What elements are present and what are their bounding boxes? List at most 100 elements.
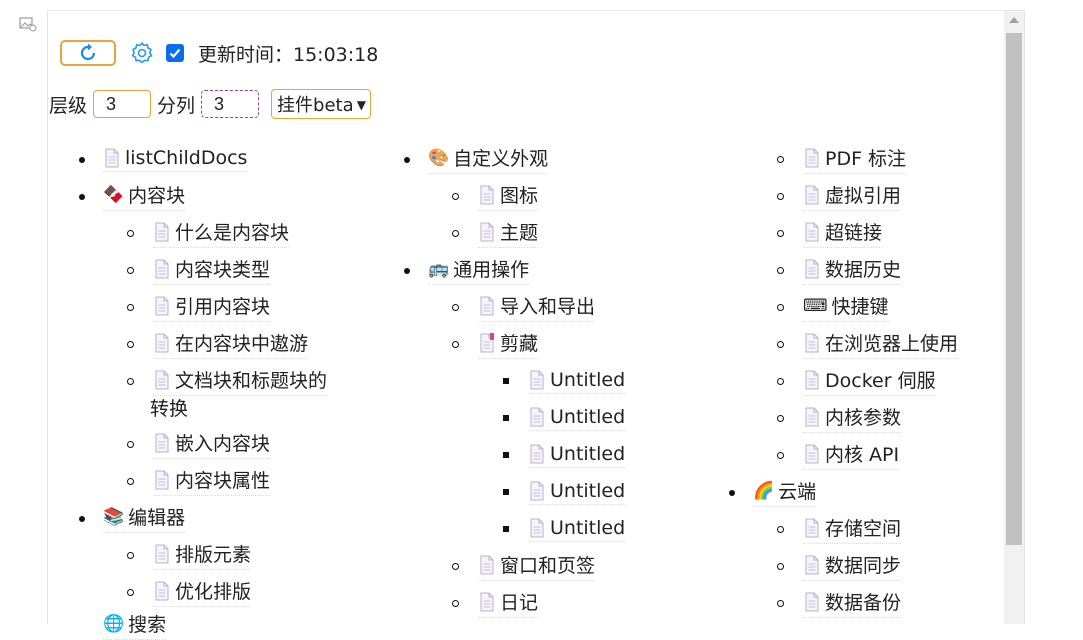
circle-marker bbox=[127, 230, 134, 237]
circle-marker bbox=[452, 600, 459, 607]
document-icon bbox=[804, 148, 820, 168]
bullet-marker bbox=[404, 157, 410, 163]
square-marker bbox=[503, 526, 509, 532]
doc-item[interactable]: Docker 伺服 bbox=[803, 368, 936, 396]
doc-item[interactable]: Untitled bbox=[528, 368, 626, 394]
doc-item[interactable]: 🍫 内容块 bbox=[103, 183, 186, 211]
square-marker bbox=[503, 415, 509, 421]
doc-item[interactable]: 数据历史 bbox=[803, 257, 902, 285]
doc-item[interactable]: ⌨ 快捷键 bbox=[803, 294, 889, 322]
columns-input[interactable]: 3 bbox=[201, 90, 260, 118]
document-icon bbox=[529, 481, 545, 501]
doc-item[interactable]: 图标 bbox=[478, 183, 539, 211]
columns-label: 分列 bbox=[157, 94, 196, 117]
document-icon bbox=[804, 444, 820, 464]
palette-icon: 🎨 bbox=[428, 147, 450, 168]
document-icon bbox=[804, 555, 820, 575]
doc-item[interactable]: 🌐 搜索 bbox=[103, 612, 167, 640]
doc-item[interactable]: 文档块和标题块的 bbox=[153, 368, 328, 396]
doc-item[interactable]: 存储空间 bbox=[803, 516, 902, 544]
circle-marker bbox=[777, 452, 784, 459]
circle-marker bbox=[127, 552, 134, 559]
document-icon bbox=[804, 333, 820, 353]
toolbar-row: 更新时间：15:03:18 bbox=[60, 38, 378, 68]
doc-item[interactable]: 排版元素 bbox=[153, 542, 252, 570]
document-icon bbox=[529, 407, 545, 427]
doc-item[interactable]: 窗口和页签 bbox=[478, 553, 596, 581]
document-icon bbox=[154, 544, 170, 564]
document-icon bbox=[154, 433, 170, 453]
doc-item[interactable]: Untitled bbox=[528, 516, 626, 542]
mode-select[interactable]: 挂件beta ▼ bbox=[271, 89, 372, 119]
document-icon bbox=[529, 370, 545, 390]
doc-item[interactable]: Untitled bbox=[528, 442, 626, 468]
doc-item[interactable]: 内核参数 bbox=[803, 405, 902, 433]
doc-item[interactable]: listChildDocs bbox=[103, 146, 248, 172]
circle-marker bbox=[777, 193, 784, 200]
doc-item[interactable]: 虚拟引用 bbox=[803, 183, 902, 211]
document-icon bbox=[479, 592, 495, 612]
settings-button[interactable] bbox=[130, 41, 154, 65]
circle-marker bbox=[127, 589, 134, 596]
circle-marker bbox=[777, 156, 784, 163]
square-marker bbox=[503, 378, 509, 384]
scroll-thumb[interactable] bbox=[1006, 33, 1022, 545]
doc-item[interactable]: 在内容块中遨游 bbox=[153, 331, 309, 359]
doc-item[interactable]: PDF 标注 bbox=[803, 146, 907, 174]
circle-marker bbox=[777, 230, 784, 237]
doc-item[interactable]: 主题 bbox=[478, 220, 539, 248]
document-icon bbox=[804, 407, 820, 427]
doc-item[interactable]: 内容块类型 bbox=[153, 257, 271, 285]
document-icon bbox=[154, 470, 170, 490]
circle-marker bbox=[452, 563, 459, 570]
rainbow-icon: 🌈 bbox=[753, 480, 775, 501]
chevron-down-icon: ▼ bbox=[356, 98, 367, 112]
doc-item[interactable]: 超链接 bbox=[803, 220, 883, 248]
doc-item[interactable]: 什么是内容块 bbox=[153, 220, 290, 248]
doc-item[interactable]: 导入和导出 bbox=[478, 294, 596, 322]
doc-item[interactable]: Untitled bbox=[528, 479, 626, 505]
circle-marker bbox=[777, 341, 784, 348]
doc-item[interactable]: Untitled bbox=[528, 405, 626, 431]
doc-item[interactable]: 🌈 云端 bbox=[753, 479, 817, 507]
doc-item[interactable]: 内核 API bbox=[803, 442, 900, 470]
doc-item-wrap[interactable]: 转换 bbox=[150, 394, 188, 420]
bus-icon: 🚌 bbox=[428, 258, 450, 279]
doc-item[interactable]: 嵌入内容块 bbox=[153, 431, 271, 459]
scroll-up-arrow-icon[interactable] bbox=[1009, 17, 1019, 23]
books-icon: 📚 bbox=[103, 506, 125, 527]
circle-marker bbox=[127, 341, 134, 348]
bullet-marker bbox=[79, 194, 85, 200]
circle-marker bbox=[777, 415, 784, 422]
doc-item[interactable]: 📚 编辑器 bbox=[103, 505, 186, 533]
gear-icon bbox=[131, 42, 153, 64]
doc-item[interactable]: 🎨 自定义外观 bbox=[428, 146, 549, 174]
doc-item[interactable]: 🚌 通用操作 bbox=[428, 257, 530, 285]
options-row: 层级 3 分列 3 挂件beta ▼ bbox=[49, 89, 372, 119]
circle-marker bbox=[452, 193, 459, 200]
refresh-button[interactable] bbox=[60, 40, 116, 66]
document-icon bbox=[529, 518, 545, 538]
auto-refresh-checkbox[interactable] bbox=[166, 44, 184, 62]
checkmark-icon bbox=[169, 48, 181, 59]
level-input[interactable]: 3 bbox=[93, 90, 152, 118]
document-icon bbox=[804, 370, 820, 390]
bookmark-doc-icon bbox=[479, 332, 494, 353]
document-icon bbox=[104, 148, 120, 168]
doc-item[interactable]: 引用内容块 bbox=[153, 294, 271, 322]
doc-item[interactable]: 数据备份 bbox=[803, 590, 902, 618]
square-marker bbox=[503, 452, 509, 458]
doc-item[interactable]: 日记 bbox=[478, 590, 539, 618]
image-settings-icon[interactable] bbox=[19, 16, 37, 32]
doc-item[interactable]: 内容块属性 bbox=[153, 468, 271, 496]
doc-item[interactable]: 数据同步 bbox=[803, 553, 902, 581]
circle-marker bbox=[127, 267, 134, 274]
document-icon bbox=[479, 185, 495, 205]
doc-item[interactable]: 剪藏 bbox=[478, 331, 539, 359]
doc-item[interactable]: 在浏览器上使用 bbox=[803, 331, 959, 359]
doc-item[interactable]: 优化排版 bbox=[153, 579, 252, 607]
chocolate-icon: 🍫 bbox=[103, 184, 125, 205]
bullet-marker bbox=[729, 490, 735, 496]
vertical-scrollbar[interactable] bbox=[1004, 11, 1024, 624]
mode-select-value: 挂件beta bbox=[277, 95, 354, 116]
